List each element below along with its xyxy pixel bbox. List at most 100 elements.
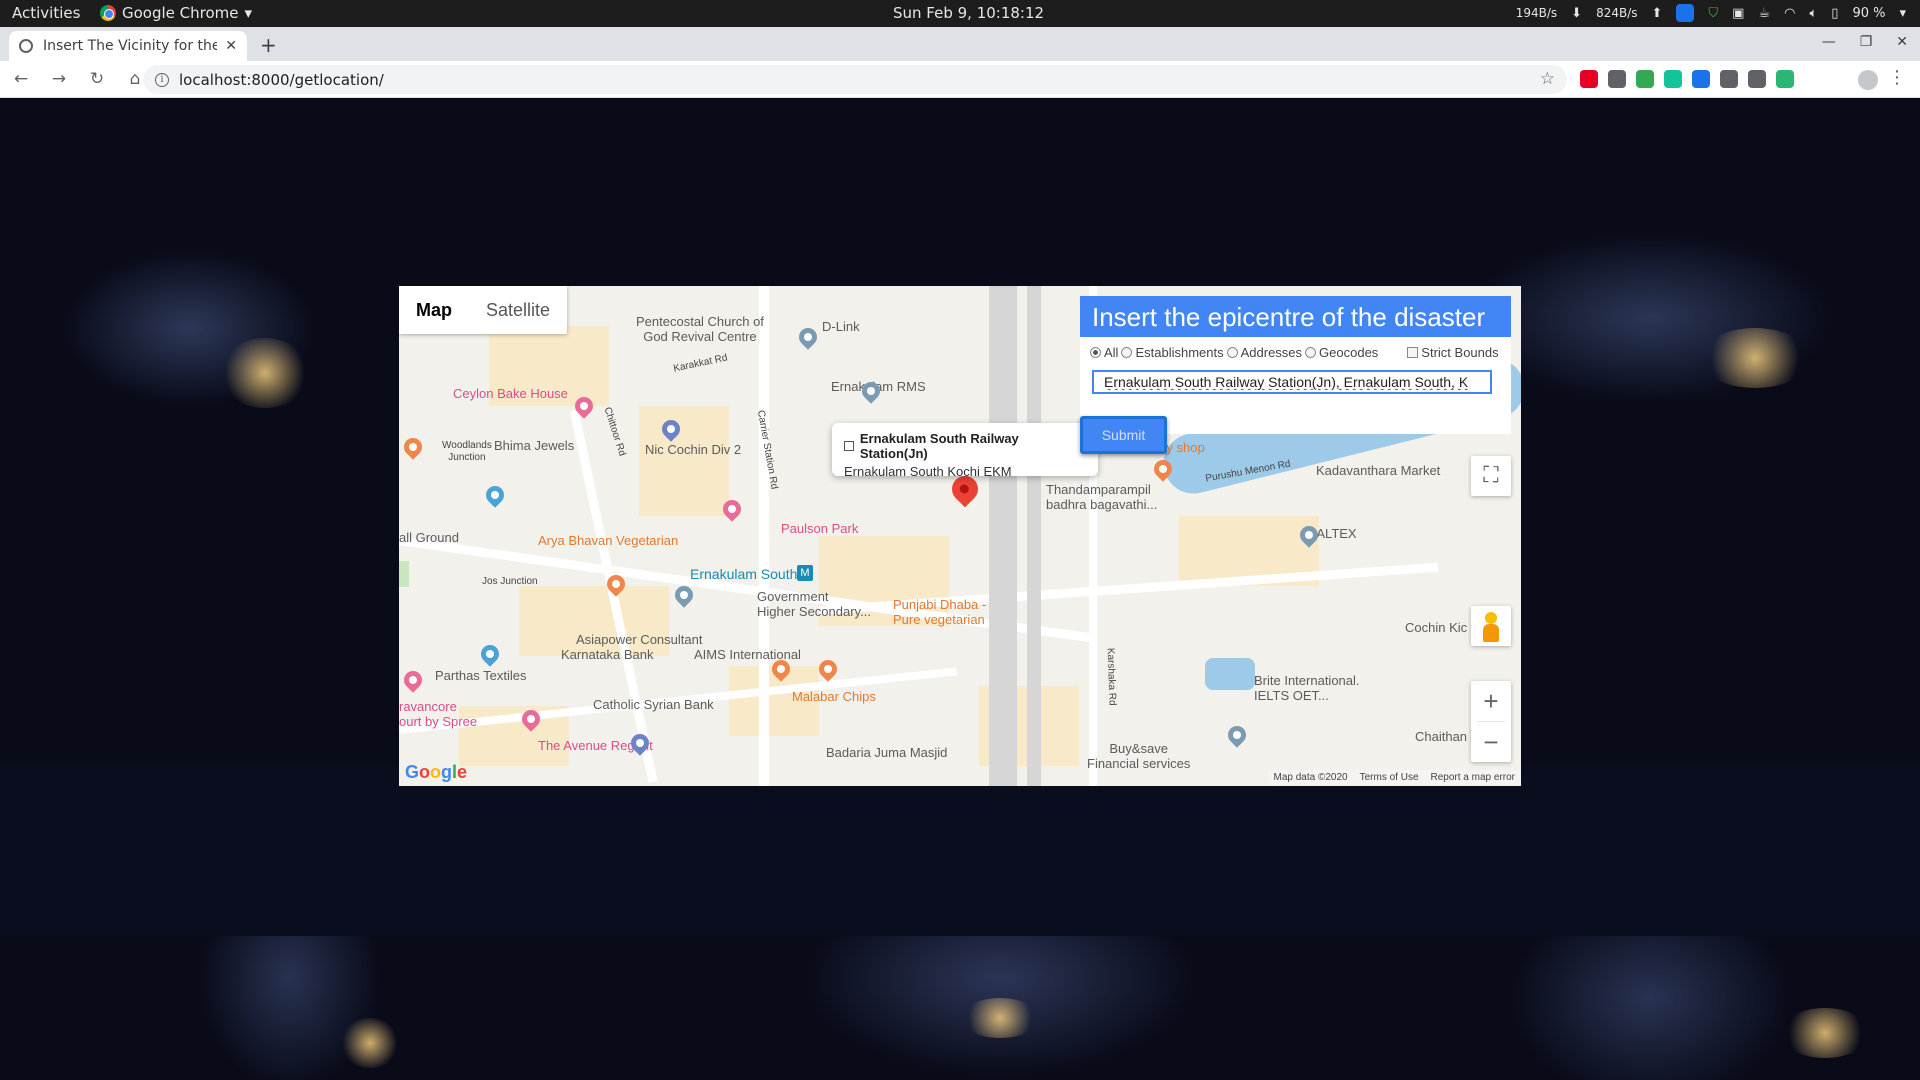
teamviewer-icon[interactable]	[1676, 4, 1695, 22]
poi-jos-junction: Jos Junction	[482, 576, 538, 587]
poi-kadavanthara-market[interactable]: Kadavanthara Market	[1316, 463, 1440, 479]
poi-trivancore-court[interactable]: ravancore ourt by Spree	[399, 699, 477, 730]
poi-catholic-syrian-bank[interactable]: Catholic Syrian Bank	[593, 697, 714, 713]
volume-icon[interactable]: 🔈︎	[1809, 6, 1817, 21]
radio-addresses[interactable]	[1226, 347, 1238, 358]
battery-level: 90 %	[1852, 5, 1886, 21]
poi-punjabi-dhaba[interactable]: Punjabi Dhaba - Pure vegetarian	[893, 597, 986, 628]
map-type-satellite-button[interactable]: Satellite	[469, 286, 567, 334]
new-tab-button[interactable]: +	[260, 33, 277, 57]
city-lights	[1780, 1008, 1870, 1058]
extension-icon[interactable]	[1608, 70, 1626, 88]
zoom-out-button[interactable]: −	[1471, 722, 1511, 762]
extension-icon[interactable]	[1664, 70, 1682, 88]
poi-malabar-chips[interactable]: Malabar Chips	[792, 689, 876, 705]
menu-kebab-icon[interactable]: ⋮	[1888, 67, 1906, 88]
poi-asiapower[interactable]: Asiapower Consultant	[576, 632, 702, 648]
caret-down-icon[interactable]: ▾	[1899, 6, 1906, 21]
poi-nic-cochin[interactable]: Nic Cochin Div 2	[645, 442, 741, 458]
bookmark-star-icon[interactable]: ☆	[1540, 69, 1555, 89]
radio-geocodes-label: Geocodes	[1319, 345, 1379, 360]
poi-pin-icon[interactable]	[815, 656, 841, 682]
submit-button[interactable]: Submit	[1080, 416, 1167, 454]
report-map-error-link[interactable]: Report a map error	[1431, 772, 1515, 783]
browser-toolbar: ← → ↻ ⌂ i localhost:8000/getlocation/ ☆ …	[0, 61, 1920, 98]
poi-dlink[interactable]: D-Link	[822, 319, 860, 335]
address-bar[interactable]: i localhost:8000/getlocation/ ☆	[143, 65, 1567, 94]
activities-button[interactable]: Activities	[12, 4, 80, 22]
extension-icon[interactable]	[1692, 70, 1710, 88]
info-icon[interactable]: i	[155, 72, 169, 87]
poi-pin-icon[interactable]	[400, 434, 426, 460]
extension-icon[interactable]	[1636, 70, 1654, 88]
system-tray[interactable]: 194B/s ⬇ 824B/s ⬆ ⛉ ▣ ☕ ◠ 🔈︎ ▯ 90 % ▾	[1516, 4, 1906, 22]
globe-icon	[19, 39, 33, 53]
place-icon	[844, 441, 854, 451]
radio-geocodes[interactable]	[1305, 347, 1317, 358]
map-type-map-button[interactable]: Map	[399, 286, 469, 334]
app-menu[interactable]: Google Chrome ▾	[100, 4, 252, 22]
extension-icon[interactable]	[1748, 70, 1766, 88]
poi-pin-icon[interactable]	[1224, 722, 1250, 748]
poi-woodlands-junction: Woodlands Junction	[442, 440, 492, 463]
reload-icon[interactable]: ↻	[88, 69, 106, 89]
poi-pin-icon[interactable]	[400, 667, 426, 693]
active-tab[interactable]: Insert The Vicinity for the ✕	[9, 31, 247, 61]
clock[interactable]: Sun Feb 9, 10:18:12	[893, 4, 1044, 22]
extension-icon[interactable]	[1720, 70, 1738, 88]
poi-arya-bhavan[interactable]: Arya Bhavan Vegetarian	[538, 533, 678, 549]
cup-icon[interactable]: ☕	[1758, 6, 1770, 21]
poi-pentecostal-church[interactable]: Pentecostal Church of God Revival Centre	[636, 314, 764, 345]
location-search-input[interactable]	[1092, 370, 1492, 394]
close-tab-icon[interactable]: ✕	[225, 38, 237, 54]
zoom-in-button[interactable]: +	[1471, 681, 1511, 721]
radio-all[interactable]	[1090, 347, 1101, 358]
poi-pin-icon[interactable]	[482, 482, 508, 508]
strict-bounds-checkbox[interactable]	[1407, 347, 1419, 358]
poi-paulson-park[interactable]: Paulson Park	[781, 521, 858, 537]
search-type-options: All Establishments Addresses Geocodes St…	[1080, 337, 1511, 360]
shield-icon[interactable]: ⛉	[1708, 6, 1718, 21]
fullscreen-icon[interactable]: ⛶	[1471, 456, 1511, 496]
zoom-control: + −	[1471, 681, 1511, 762]
poi-cochin-kic[interactable]: Cochin Kic	[1405, 620, 1467, 636]
poi-pin-icon[interactable]	[795, 324, 821, 350]
battery-icon[interactable]: ▯	[1831, 6, 1838, 21]
info-window[interactable]: Ernakulam South Railway Station(Jn) Erna…	[832, 423, 1098, 479]
back-icon[interactable]: ←	[12, 69, 30, 89]
poi-chaithan[interactable]: Chaithan	[1415, 729, 1467, 745]
forward-icon[interactable]: →	[50, 69, 68, 89]
poi-badaria-masjid[interactable]: Badaria Juma Masjid	[826, 745, 947, 761]
poi-government-school[interactable]: Government Higher Secondary...	[757, 589, 871, 620]
extension-icon[interactable]	[1580, 70, 1598, 88]
google-map[interactable]: Pentecostal Church of God Revival Centre…	[399, 286, 1521, 786]
poi-pin-icon[interactable]	[477, 641, 503, 667]
profile-avatar[interactable]	[1858, 70, 1878, 90]
restore-icon[interactable]: ❐	[1860, 34, 1873, 50]
poi-brite-international[interactable]: Brite International. IELTS OET...	[1254, 673, 1360, 704]
wifi-icon[interactable]: ◠	[1784, 6, 1795, 21]
street-view-pegman-icon[interactable]	[1471, 606, 1511, 646]
poi-bhima-jewels[interactable]: Bhima Jewels	[494, 438, 574, 454]
road	[759, 286, 769, 786]
poi-ernakulam-south-metro[interactable]: Ernakulam South	[690, 566, 797, 582]
google-logo[interactable]: Google	[405, 762, 467, 783]
arrow-down-icon: ⬇	[1571, 5, 1583, 21]
minimize-icon[interactable]: —	[1822, 34, 1836, 50]
radio-establishments[interactable]	[1121, 347, 1133, 358]
poi-parthas-textiles[interactable]: Parthas Textiles	[435, 668, 527, 684]
poi-karnataka-bank[interactable]: Karnataka Bank	[561, 647, 654, 663]
map-block	[639, 406, 729, 516]
display-icon[interactable]: ▣	[1732, 6, 1744, 21]
radio-addresses-label: Addresses	[1240, 345, 1303, 360]
poi-buy-and-save[interactable]: Buy&save Financial services	[1087, 741, 1190, 772]
poi-thandamparampil[interactable]: Thandamparampil badhra bagavathi...	[1046, 482, 1157, 513]
extension-icon[interactable]	[1776, 70, 1794, 88]
home-icon[interactable]: ⌂	[126, 69, 144, 89]
close-window-icon[interactable]: ✕	[1896, 34, 1908, 50]
tab-title: Insert The Vicinity for the	[43, 38, 218, 54]
poi-hall-ground[interactable]: all Ground	[399, 530, 459, 546]
terms-of-use-link[interactable]: Terms of Use	[1360, 772, 1419, 783]
poi-ceylon-bake-house[interactable]: Ceylon Bake House	[453, 386, 568, 402]
url-text[interactable]: localhost:8000/getlocation/	[179, 71, 384, 89]
